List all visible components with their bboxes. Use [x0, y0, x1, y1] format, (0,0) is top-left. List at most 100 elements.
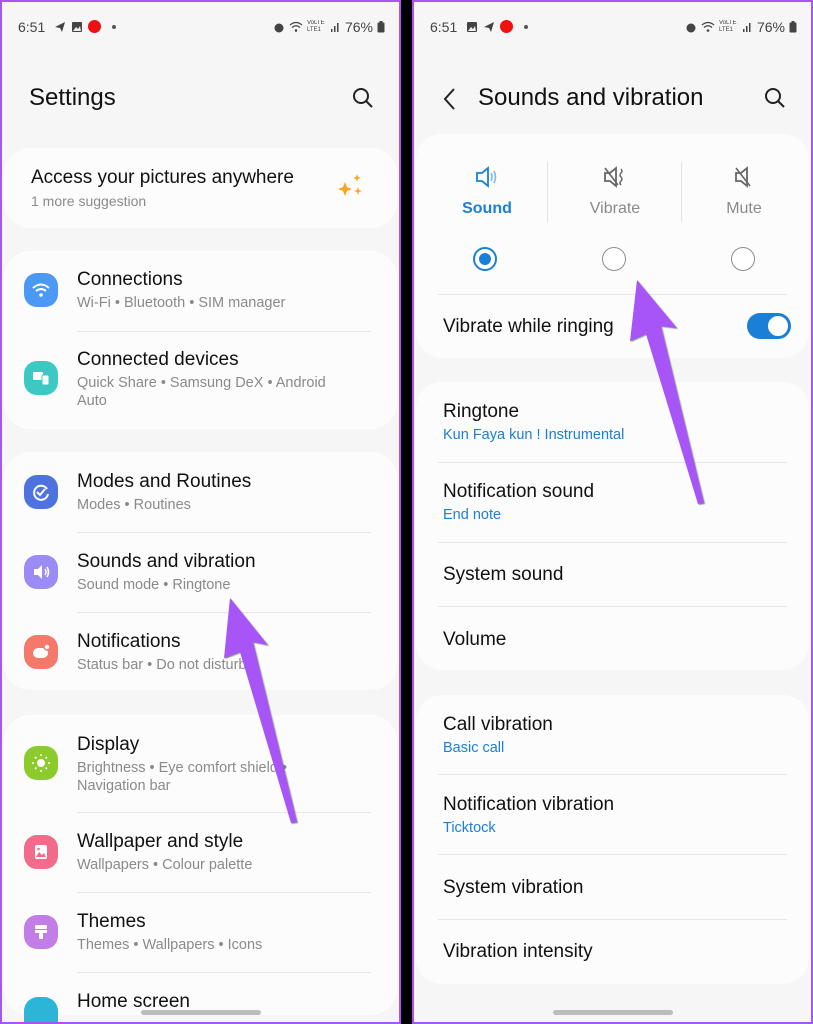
notification-vibration-row[interactable]: Notification vibration Ticktock	[443, 794, 809, 837]
settings-group-connections: Connections Wi-Fi • Bluetooth • SIM mana…	[4, 251, 397, 429]
item-title: Volume	[443, 629, 507, 650]
search-icon[interactable]	[763, 86, 787, 110]
settings-item-modes-routines[interactable]: Modes and Routines Modes • Routines	[4, 471, 397, 531]
vibration-intensity-row[interactable]: Vibration intensity	[443, 941, 809, 963]
suggestion-card[interactable]: Access your pictures anywhere 1 more sug…	[4, 148, 397, 228]
mode-sound[interactable]: Sound	[422, 134, 552, 218]
volume-row[interactable]: Volume	[443, 629, 809, 651]
wifi-calling-icon	[289, 21, 303, 32]
radio-sound[interactable]	[473, 247, 497, 271]
item-title: Ringtone	[443, 401, 520, 422]
item-title: Call vibration	[443, 714, 553, 735]
call-vibration-row[interactable]: Call vibration Basic call	[443, 714, 809, 757]
item-title: Notifications	[77, 631, 181, 652]
settings-screen: 6:51 VoLTE LTE1 76% Settings Access your…	[0, 0, 401, 1024]
item-value: Kun Faya kun ! Instrumental	[443, 427, 625, 443]
home-indicator[interactable]	[552, 1010, 673, 1015]
item-title: System vibration	[443, 877, 584, 898]
item-subtitle: Wallpapers • Colour palette	[77, 857, 253, 873]
system-vibration-row[interactable]: System vibration	[443, 877, 809, 899]
app-notification-icon	[88, 20, 101, 33]
settings-header: Settings	[2, 80, 399, 120]
vibration-settings-group: Call vibration Basic call Notification v…	[416, 695, 809, 984]
status-time: 6:51	[18, 19, 46, 35]
item-title: Notification sound	[443, 481, 595, 502]
item-title: Modes and Routines	[77, 471, 252, 492]
back-icon[interactable]	[440, 86, 460, 112]
settings-item-sounds-vibration[interactable]: Sounds and vibration Sound mode • Ringto…	[4, 551, 397, 611]
ringtone-row[interactable]: Ringtone Kun Faya kun ! Instrumental	[443, 401, 809, 444]
settings-item-connections[interactable]: Connections Wi-Fi • Bluetooth • SIM mana…	[4, 269, 397, 333]
item-subtitle: Status bar • Do not disturb	[77, 657, 247, 673]
wifi-calling-icon	[701, 21, 715, 32]
network-type: VoLTE LTE1	[306, 20, 325, 33]
signal-icon	[742, 23, 751, 32]
item-title: Connections	[77, 269, 183, 290]
divider	[438, 774, 787, 775]
mode-vibrate[interactable]: Vibrate	[550, 134, 680, 218]
sounds-header: Sounds and vibration	[414, 80, 811, 120]
item-title: System sound	[443, 564, 564, 585]
divider	[438, 542, 787, 543]
separator	[547, 162, 548, 222]
divider	[77, 892, 371, 893]
item-subtitle: Quick Share • Samsung DeX • Android Auto	[77, 375, 326, 409]
divider	[438, 606, 787, 607]
settings-item-themes[interactable]: Themes Themes • Wallpapers • Icons	[4, 911, 397, 971]
item-subtitle: Modes • Routines	[77, 497, 191, 513]
item-value: End note	[443, 507, 502, 523]
radio-vibrate[interactable]	[602, 247, 626, 271]
suggestion-subtitle: 1 more suggestion	[31, 193, 147, 209]
routines-icon	[24, 475, 58, 509]
settings-item-wallpaper[interactable]: Wallpaper and style Wallpapers • Colour …	[4, 831, 397, 891]
home-indicator[interactable]	[140, 1010, 261, 1015]
wallpaper-icon	[24, 835, 58, 869]
mode-label: Mute	[726, 200, 762, 217]
item-value: Ticktock	[443, 820, 496, 836]
home-icon	[24, 997, 58, 1022]
item-title: Connected devices	[77, 349, 239, 370]
alarm-icon	[686, 23, 696, 33]
vibrate-while-ringing-toggle[interactable]	[747, 313, 791, 339]
notification-sound-row[interactable]: Notification sound End note	[443, 481, 809, 524]
devices-icon	[24, 361, 58, 395]
status-time: 6:51	[430, 19, 458, 35]
vibrate-icon	[604, 166, 623, 188]
sounds-vibration-screen: 6:51 VoLTE LTE1 76% Sounds and vibration…	[412, 0, 813, 1024]
item-title: Wallpaper and style	[77, 831, 244, 852]
settings-item-connected-devices[interactable]: Connected devices Quick Share • Samsung …	[4, 349, 397, 419]
telegram-icon	[484, 21, 494, 32]
network-type: VoLTE LTE1	[718, 20, 737, 33]
item-title: Notification vibration	[443, 794, 615, 815]
page-title: Sounds and vibration	[478, 84, 704, 111]
item-title: Vibrate while ringing	[443, 316, 614, 337]
settings-item-home-screen[interactable]: Home screen	[4, 991, 397, 1022]
divider	[438, 294, 787, 295]
search-icon[interactable]	[351, 86, 375, 110]
item-title: Sounds and vibration	[77, 551, 256, 572]
mute-icon	[735, 166, 751, 188]
settings-item-notifications[interactable]: Notifications Status bar • Do not distur…	[4, 631, 397, 691]
battery-percent: 76%	[756, 19, 785, 35]
system-sound-row[interactable]: System sound	[443, 564, 809, 586]
signal-icon	[330, 23, 339, 32]
settings-item-display[interactable]: Display Brightness • Eye comfort shield …	[4, 734, 397, 804]
sound-mode-card: Sound Vibrate Mute Vibrate while ringing	[416, 134, 809, 358]
gallery-icon	[72, 21, 82, 32]
item-subtitle: Themes • Wallpapers • Icons	[77, 937, 263, 953]
item-subtitle: Wi-Fi • Bluetooth • SIM manager	[77, 295, 286, 311]
item-title: Display	[77, 734, 140, 755]
wifi-icon	[24, 273, 58, 307]
divider	[438, 854, 787, 855]
item-value: Basic call	[443, 740, 505, 756]
sound-settings-group: Ringtone Kun Faya kun ! Instrumental Not…	[416, 382, 809, 670]
item-subtitle: Brightness • Eye comfort shield • Naviga…	[77, 760, 288, 794]
notification-icon	[24, 635, 58, 669]
sparkle-icon	[338, 174, 362, 196]
gallery-icon	[467, 21, 477, 32]
status-bar: 6:51 VoLTE LTE1 76%	[414, 16, 811, 40]
radio-mute[interactable]	[731, 247, 755, 271]
settings-group-display: Display Brightness • Eye comfort shield …	[4, 715, 397, 1022]
telegram-icon	[55, 21, 65, 32]
mode-mute[interactable]: Mute	[679, 134, 809, 218]
